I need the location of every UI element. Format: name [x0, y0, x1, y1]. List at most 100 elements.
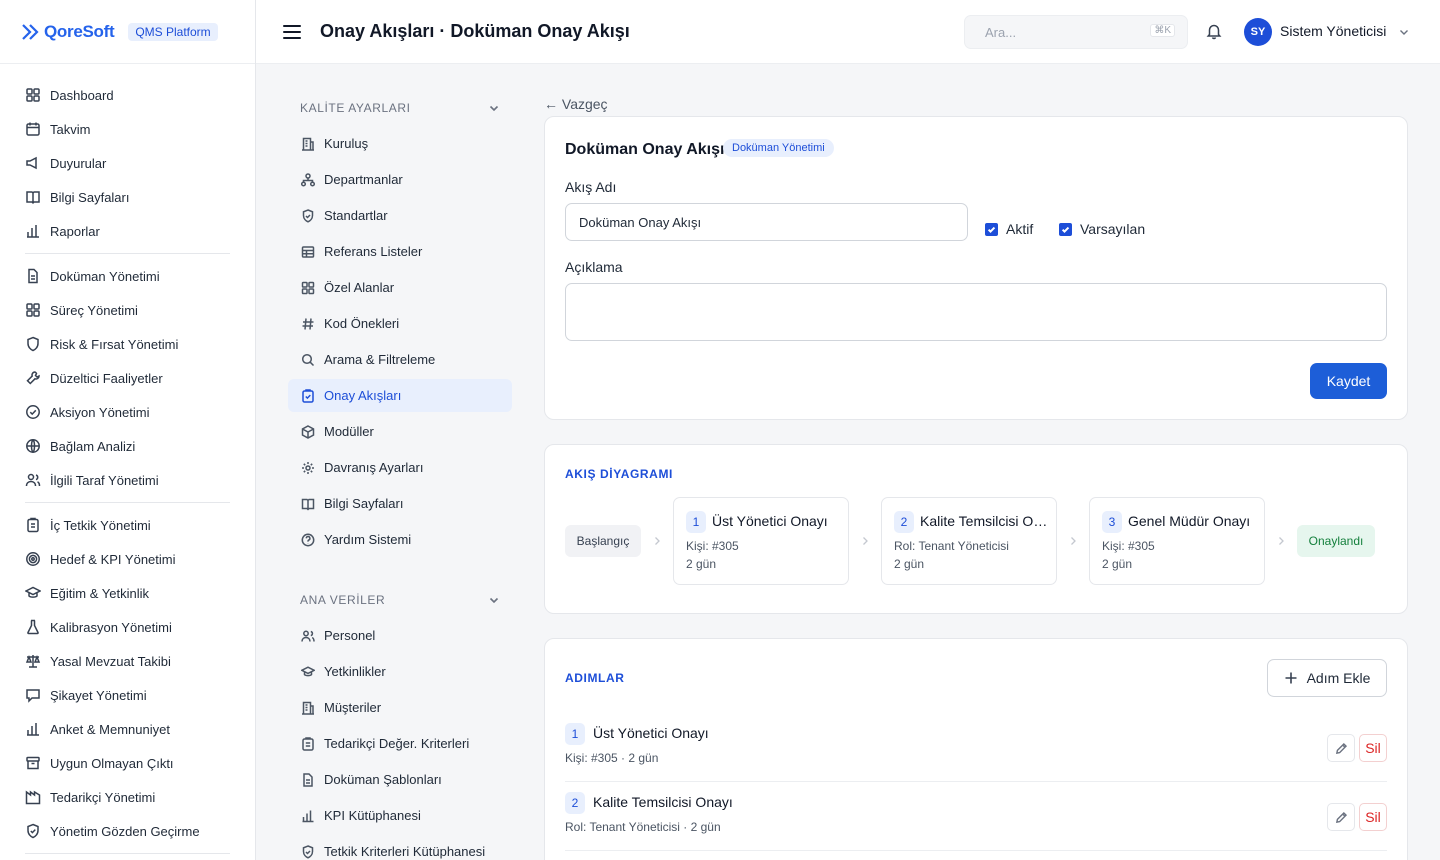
building-icon [302, 137, 314, 151]
nav-item-interested-parties[interactable]: İlgili Taraf Yönetimi [0, 463, 255, 497]
settings-item-help-system[interactable]: Yardım Sistemi [288, 523, 512, 556]
nav-item-surveys[interactable]: Anket & Memnuniyet [0, 712, 255, 746]
flow-title: Doküman Onay Akışı [565, 141, 725, 158]
edit-step-button[interactable] [1327, 734, 1355, 762]
step-number-badge: 1 [686, 511, 706, 533]
step-name: Kalite Temsilcisi Onayı [593, 794, 733, 810]
chevron-down-icon [489, 597, 499, 604]
settings-item-label: Tedarikçi Değer. Kriterleri [324, 736, 470, 751]
shield-icon [27, 336, 39, 352]
description-textarea[interactable] [565, 283, 1387, 341]
nav-label: Uygun Olmayan Çıktı [50, 755, 174, 771]
settings-item-document-templates[interactable]: Doküman Şablonları [288, 763, 512, 796]
settings-item-code-prefixes[interactable]: Kod Önekleri [288, 307, 512, 340]
settings-item-customers[interactable]: Müşteriler [288, 691, 512, 724]
settings-item-reference-lists[interactable]: Referans Listeler [288, 235, 512, 268]
settings-item-supplier-criteria[interactable]: Tedarikçi Değer. Kriterleri [288, 727, 512, 760]
settings-item-info-pages[interactable]: Bilgi Sayfaları [288, 487, 512, 520]
message-icon [26, 689, 40, 703]
nav-item-internal-audit[interactable]: İç Tetkik Yönetimi [0, 508, 255, 542]
settings-item-standards[interactable]: Standartlar [288, 199, 512, 232]
nav-item-context-analysis[interactable]: Bağlam Analizi [0, 429, 255, 463]
brand-logo-text[interactable]: QoreSoft [44, 22, 115, 42]
nav-item-legal-compliance[interactable]: Yasal Mevzuat Takibi [0, 644, 255, 678]
search-input[interactable]: Ara... ⌘K [964, 15, 1188, 49]
step-number-badge: 2 [894, 511, 914, 533]
step-row: 2 Kalite Temsilcisi Onayı Rol: Tenant Yö… [565, 782, 1387, 851]
user-avatar[interactable]: SY [1244, 18, 1272, 46]
nav-item-announcements[interactable]: Duyurular [0, 146, 255, 180]
nav-item-nonconforming-output[interactable]: Uygun Olmayan Çıktı [0, 746, 255, 780]
section-title: ANA VERİLER [300, 593, 386, 607]
nav-item-calibration[interactable]: Kalibrasyon Yönetimi [0, 610, 255, 644]
active-checkbox[interactable]: Aktif [985, 221, 1033, 237]
nav-item-risk-opportunity[interactable]: Risk & Fırsat Yönetimi [0, 327, 255, 361]
description-label: Açıklama [565, 259, 623, 275]
flow-step-node[interactable]: 1 Üst Yönetici Onayı Kişi: #305 2 gün [673, 497, 849, 585]
edit-step-button[interactable] [1327, 803, 1355, 831]
nav-item-action-management[interactable]: Aksiyon Yönetimi [0, 395, 255, 429]
settings-item-audit-criteria-library[interactable]: Tetkik Kriterleri Kütüphanesi [288, 835, 512, 860]
top-bar: Onay Akışları · Doküman Onay Akışı Ara..… [256, 0, 1440, 64]
module-badge: Doküman Yönetimi [723, 139, 834, 157]
delete-step-button[interactable]: Sil [1359, 803, 1387, 831]
add-step-button[interactable]: Adım Ekle [1267, 659, 1387, 697]
flow-start-node: Başlangıç [565, 525, 641, 557]
settings-item-organization[interactable]: Kuruluş [288, 127, 512, 160]
nav-item-complaints[interactable]: Şikayet Yönetimi [0, 678, 255, 712]
nav-item-goal-kpi[interactable]: Hedef & KPI Yönetimi [0, 542, 255, 576]
settings-item-modules[interactable]: Modüller [288, 415, 512, 448]
chevron-down-icon[interactable] [1398, 26, 1410, 38]
settings-section-master-data[interactable]: ANA VERİLER [288, 588, 512, 612]
settings-section-quality[interactable]: KALİTE AYARLARI [288, 96, 512, 120]
flow-end-node: Onaylandı [1297, 525, 1375, 557]
settings-item-behavior-settings[interactable]: Davranış Ayarları [288, 451, 512, 484]
settings-item-kpi-library[interactable]: KPI Kütüphanesi [288, 799, 512, 832]
flow-name-label: Akış Adı [565, 179, 617, 195]
nav-item-training-competency[interactable]: Eğitim & Yetkinlik [0, 576, 255, 610]
nav-item-dashboard[interactable]: Dashboard [0, 78, 255, 112]
settings-item-label: Davranış Ayarları [324, 460, 424, 475]
settings-item-departments[interactable]: Departmanlar [288, 163, 512, 196]
flow-step-node[interactable]: 3 Genel Müdür Onayı Kişi: #305 2 gün [1089, 497, 1265, 585]
main-sidebar: QoreSoft QMS Platform Dashboard Takvim D… [0, 0, 256, 860]
bell-icon[interactable] [1205, 22, 1223, 40]
help-circle-icon [301, 533, 315, 546]
user-name[interactable]: Sistem Yöneticisi [1280, 23, 1386, 39]
nav-item-info-pages[interactable]: Bilgi Sayfaları [0, 180, 255, 214]
settings-item-approval-flows[interactable]: Onay Akışları [288, 379, 512, 412]
users-icon [301, 630, 315, 642]
steps-card: ADIMLAR Adım Ekle 1 Üst Yönetici Onayı K… [544, 638, 1408, 860]
nav-item-calendar[interactable]: Takvim [0, 112, 255, 146]
nav-label: Tedarikçi Yönetimi [50, 789, 156, 805]
menu-toggle-icon[interactable] [283, 24, 301, 39]
nav-label: Bilgi Sayfaları [50, 189, 130, 205]
chevron-down-icon [489, 105, 499, 112]
package-icon [301, 424, 315, 439]
default-checkbox[interactable]: Varsayılan [1059, 221, 1145, 237]
nav-label: Hedef & KPI Yönetimi [50, 551, 176, 567]
settings-item-competencies[interactable]: Yetkinlikler [288, 655, 512, 688]
settings-item-personnel[interactable]: Personel [288, 619, 512, 652]
save-button[interactable]: Kaydet [1310, 363, 1387, 399]
settings-item-label: KPI Kütüphanesi [324, 808, 421, 823]
settings-item-custom-fields[interactable]: Özel Alanlar [288, 271, 512, 304]
settings-item-search-filtering[interactable]: Arama & Filtreleme [288, 343, 512, 376]
nav-item-document-management[interactable]: Doküman Yönetimi [0, 259, 255, 293]
step-duration: 2 gün [1102, 557, 1133, 571]
cancel-back-link[interactable]: ← Vazgeç [544, 96, 608, 112]
flask-icon [27, 619, 39, 635]
nav-item-management-review[interactable]: Yönetim Gözden Geçirme [0, 814, 255, 848]
settings-item-label: Tetkik Kriterleri Kütüphanesi [324, 844, 486, 859]
delete-step-button[interactable]: Sil [1359, 734, 1387, 762]
nav-item-corrective-actions[interactable]: Düzeltici Faaliyetler [0, 361, 255, 395]
shield-check-icon [302, 208, 314, 223]
flow-form-card: Doküman Onay Akışı Doküman Yönetimi Akış… [544, 116, 1408, 420]
flow-name-input[interactable] [565, 203, 968, 241]
nav-item-reports[interactable]: Raporlar [0, 214, 255, 248]
flow-step-node[interactable]: 2 Kalite Temsilcisi Onayı Rol: Tenant Yö… [881, 497, 1057, 585]
bar-chart-icon [27, 723, 39, 736]
nav-item-process-management[interactable]: Süreç Yönetimi [0, 293, 255, 327]
nav-divider [25, 253, 230, 254]
nav-item-supplier-management[interactable]: Tedarikçi Yönetimi [0, 780, 255, 814]
